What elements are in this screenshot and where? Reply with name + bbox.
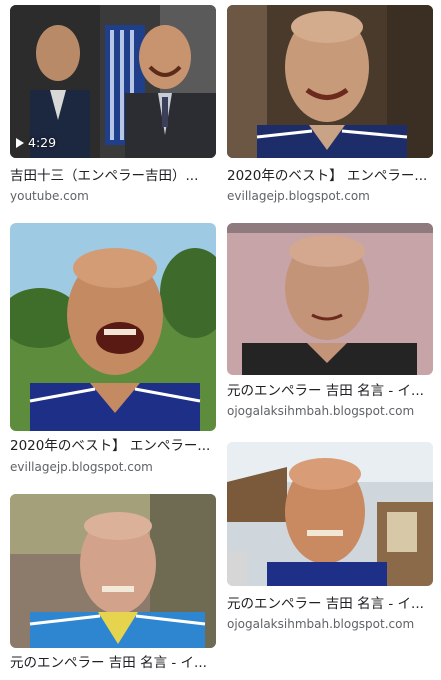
result-title[interactable]: 元のエンペラー 吉田 名言 - イ... [227, 595, 433, 613]
image-result-3[interactable]: 2020年のベスト】 エンペラー... evillagejp.blogspot.… [10, 223, 216, 483]
play-icon [16, 137, 24, 148]
result-title[interactable]: 2020年のベスト】 エンペラー... [227, 167, 433, 185]
image-result-6[interactable]: 元のエンペラー 吉田 名言 - イ... [10, 494, 216, 680]
duration-label: 4:29 [28, 135, 57, 150]
image-result-4[interactable]: 元のエンペラー 吉田 名言 - イ... ojogalaksihmbah.blo… [227, 223, 433, 423]
result-title[interactable]: 吉田十三（エンペラー吉田）... [10, 167, 216, 185]
video-duration: 4:29 [16, 135, 56, 150]
image-result-1[interactable]: 4:29 吉田十三（エンペラー吉田）... youtube.com [10, 5, 216, 205]
image-result-5[interactable]: 元のエンペラー 吉田 名言 - イ... ojogalaksihmbah.blo… [227, 442, 433, 632]
result-source[interactable]: evillagejp.blogspot.com [10, 459, 216, 475]
image-result-2[interactable]: 2020年のベスト】 エンペラー... evillagejp.blogspot.… [227, 5, 433, 205]
result-source[interactable]: evillagejp.blogspot.com [227, 188, 433, 204]
result-source[interactable]: ojogalaksihmbah.blogspot.com [227, 616, 433, 632]
result-title[interactable]: 元のエンペラー 吉田 名言 - イ... [10, 654, 216, 672]
result-thumbnail[interactable] [10, 223, 216, 431]
result-source[interactable]: ojogalaksihmbah.blogspot.com [227, 403, 433, 419]
result-source[interactable]: youtube.com [10, 188, 216, 204]
result-thumbnail[interactable] [10, 494, 216, 648]
video-thumbnail[interactable]: 4:29 [10, 5, 216, 158]
result-thumbnail[interactable] [227, 442, 433, 586]
result-title[interactable]: 2020年のベスト】 エンペラー... [10, 437, 216, 455]
result-title[interactable]: 元のエンペラー 吉田 名言 - イ... [227, 382, 433, 400]
result-thumbnail[interactable] [227, 223, 433, 375]
result-thumbnail[interactable] [227, 5, 433, 158]
